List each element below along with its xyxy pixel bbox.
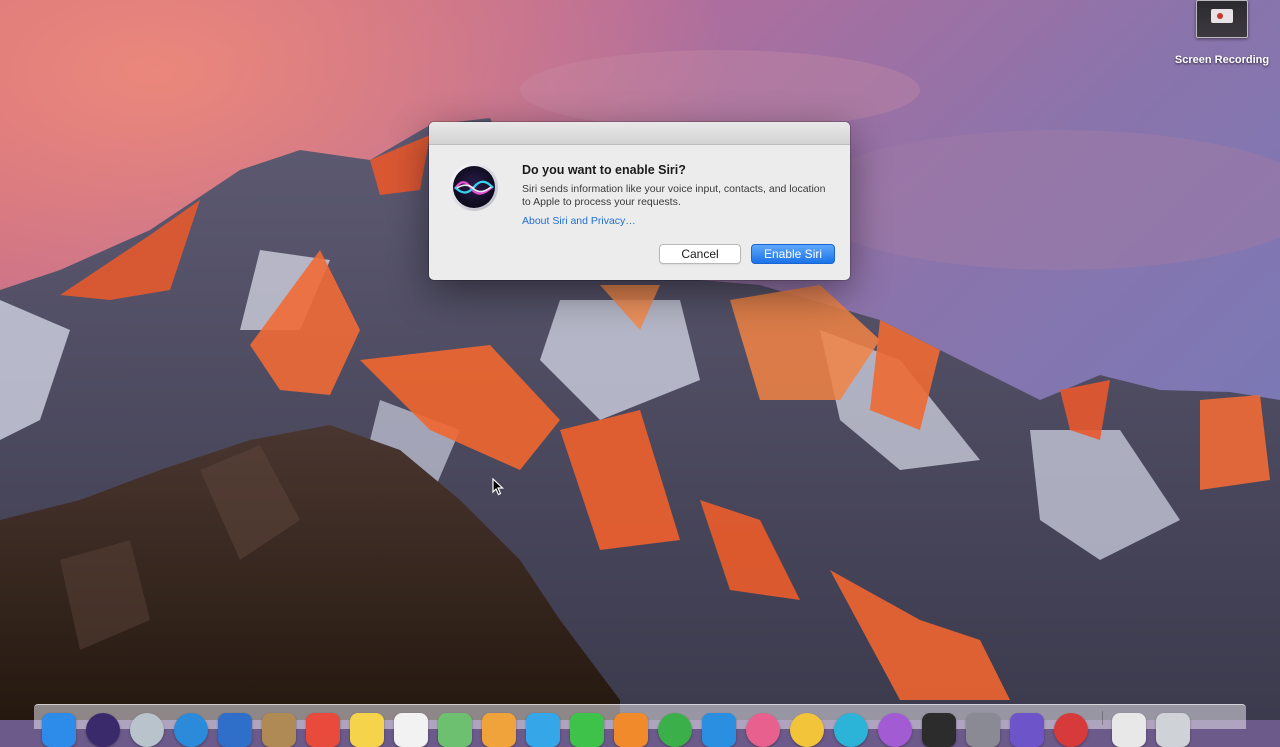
screen-recording-file[interactable]: Screen Recording bbox=[1172, 0, 1272, 66]
dock-messages-icon[interactable] bbox=[526, 713, 560, 747]
dialog-message: Siri sends information like your voice i… bbox=[522, 183, 826, 208]
dock-photos-icon[interactable] bbox=[482, 713, 516, 747]
dock-games-icon[interactable] bbox=[790, 713, 824, 747]
dock-itunes-icon[interactable] bbox=[658, 713, 692, 747]
about-siri-privacy-link[interactable]: About Siri and Privacy… bbox=[522, 215, 636, 227]
dock-trash-icon[interactable] bbox=[1156, 713, 1190, 747]
dock-app-store-icon[interactable] bbox=[702, 713, 736, 747]
dialog-title: Do you want to enable Siri? bbox=[522, 163, 686, 177]
enable-siri-dialog: Do you want to enable Siri? Siri sends i… bbox=[429, 122, 850, 280]
dock-siri-icon[interactable] bbox=[86, 713, 120, 747]
dock-maps-icon[interactable] bbox=[438, 713, 472, 747]
dock-photo-booth-icon[interactable] bbox=[746, 713, 780, 747]
dock-notes-icon[interactable] bbox=[350, 713, 384, 747]
desktop: Screen Recording Do you want to enable S… bbox=[0, 0, 1280, 747]
dock bbox=[34, 704, 1246, 747]
dock-finder-icon[interactable] bbox=[42, 713, 76, 747]
siri-icon bbox=[450, 163, 498, 211]
video-file-thumbnail-icon bbox=[1196, 0, 1248, 38]
dock-ibooks-icon[interactable] bbox=[614, 713, 648, 747]
dock-app-blue-icon[interactable] bbox=[834, 713, 868, 747]
dock-mail-icon[interactable] bbox=[218, 713, 252, 747]
dock-facetime-icon[interactable] bbox=[570, 713, 604, 747]
dock-launchpad-icon[interactable] bbox=[130, 713, 164, 747]
dock-contacts-icon[interactable] bbox=[262, 713, 296, 747]
dock-preferences-icon[interactable] bbox=[966, 713, 1000, 747]
dock-calendar-icon[interactable] bbox=[306, 713, 340, 747]
dock-reminders-icon[interactable] bbox=[394, 713, 428, 747]
dock-feedback-icon[interactable] bbox=[1010, 713, 1044, 747]
dock-podcasts-icon[interactable] bbox=[878, 713, 912, 747]
enable-siri-button[interactable]: Enable Siri bbox=[751, 244, 835, 264]
mouse-pointer-icon bbox=[492, 478, 504, 496]
mountain-wallpaper bbox=[0, 0, 1280, 720]
dock-terminal-icon[interactable] bbox=[922, 713, 956, 747]
file-label: Screen Recording bbox=[1174, 54, 1270, 66]
dock-separator bbox=[1102, 711, 1103, 725]
dock-safari-icon[interactable] bbox=[174, 713, 208, 747]
dialog-titlebar[interactable] bbox=[429, 122, 850, 145]
cancel-button[interactable]: Cancel bbox=[659, 244, 741, 264]
dock-app-red-icon[interactable] bbox=[1054, 713, 1088, 747]
dock-documents-icon[interactable] bbox=[1112, 713, 1146, 747]
